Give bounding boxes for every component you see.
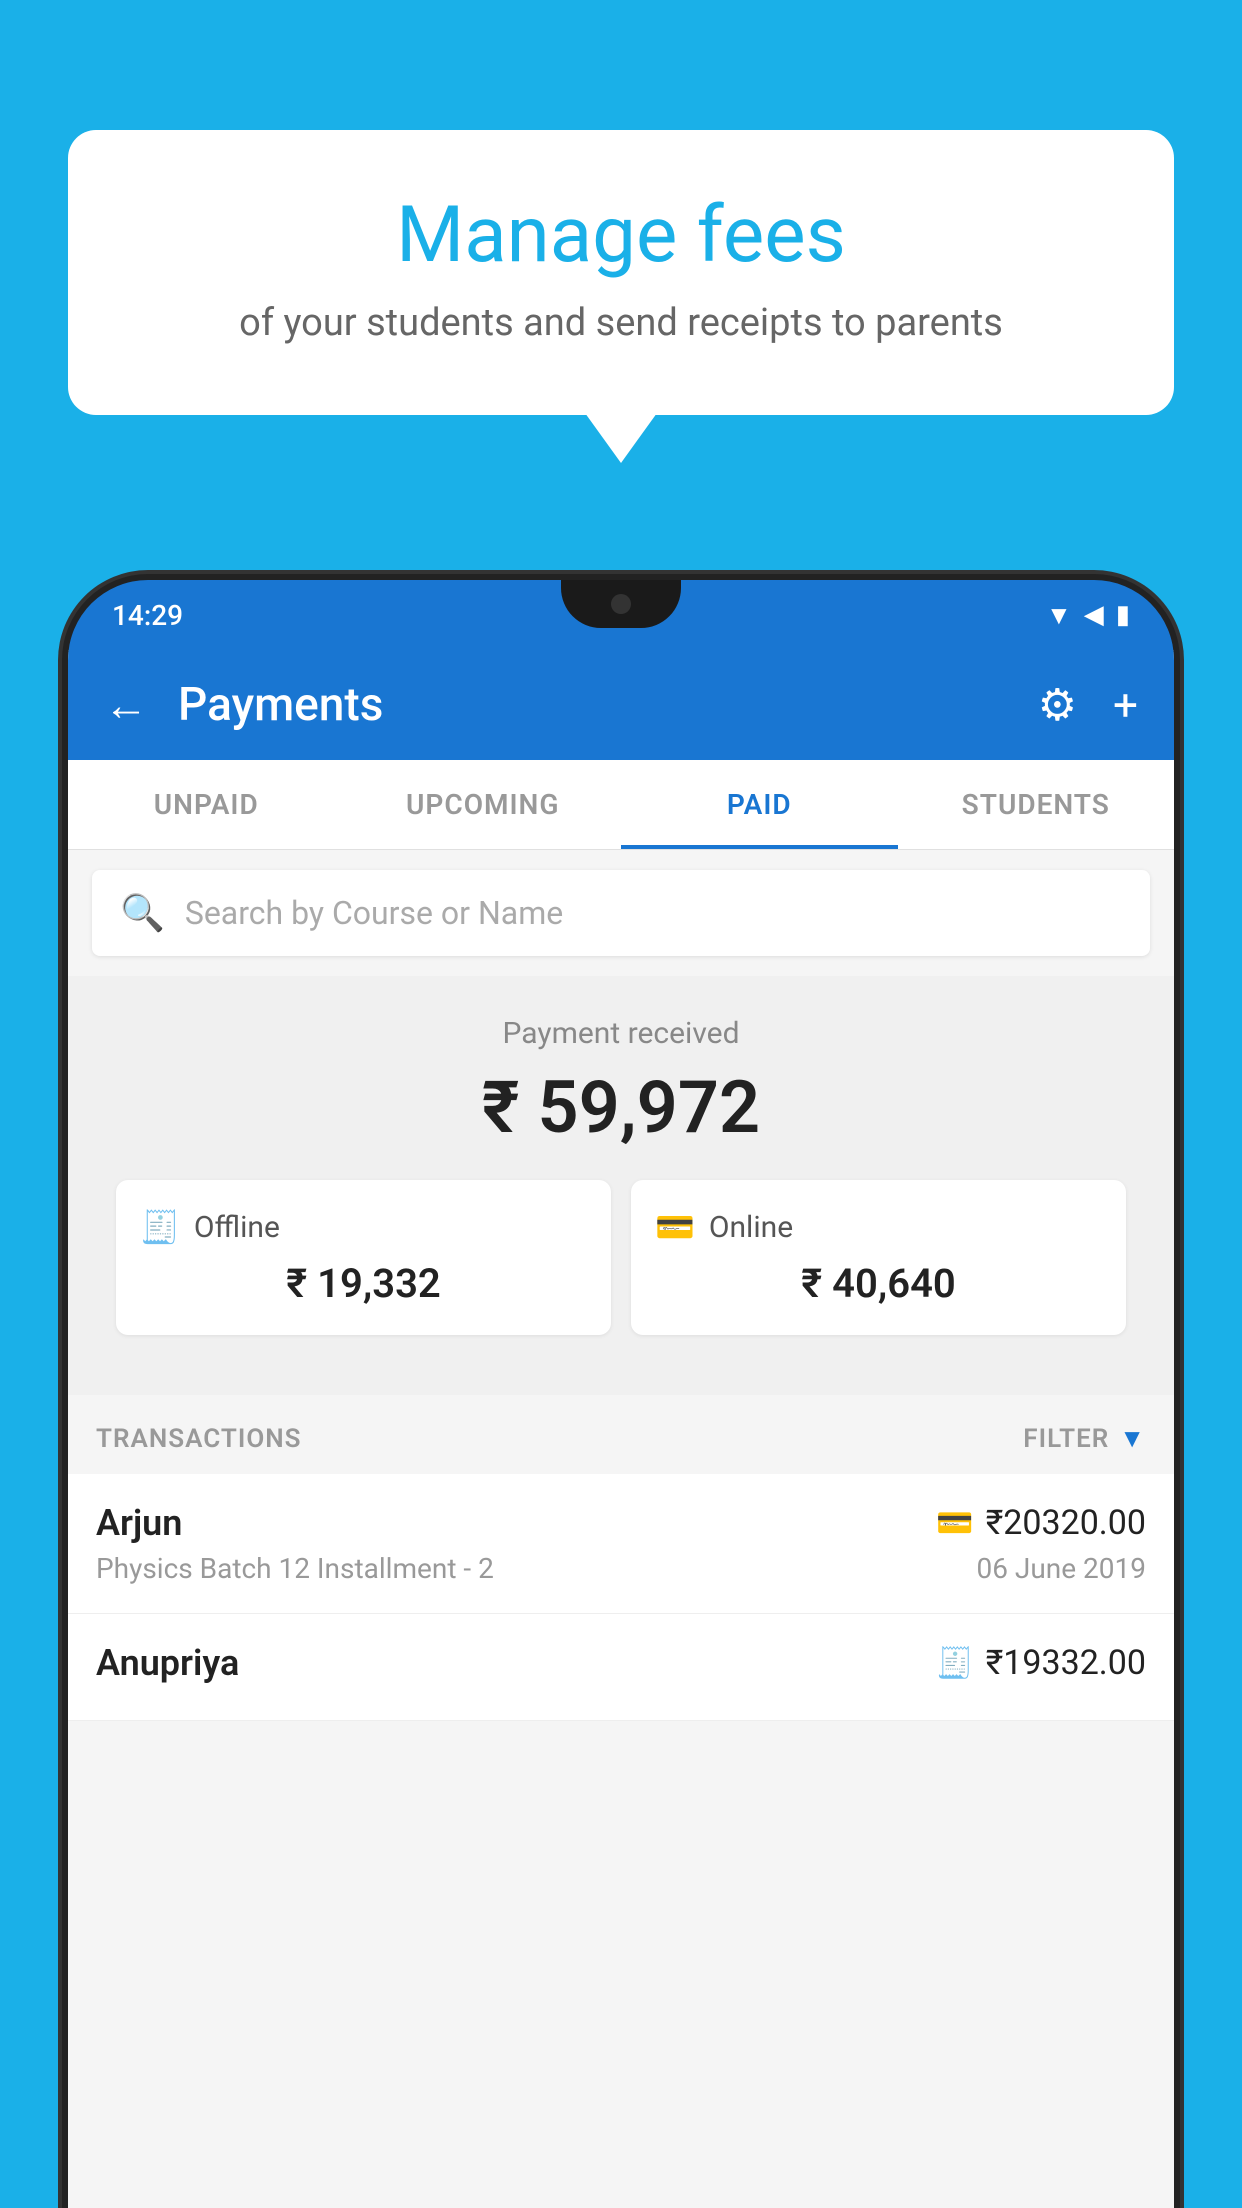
online-icon: 💳 [655,1208,695,1246]
offline-card-header: 🧾 Offline [140,1208,587,1246]
tab-students[interactable]: STUDENTS [898,760,1175,849]
online-card-header: 💳 Online [655,1208,1102,1246]
transaction-row[interactable]: Arjun 💳 ₹20320.00 Physics Batch 12 Insta… [68,1474,1174,1614]
phone-frame: 14:29 ▼ ◀ ▮ ← Payments ⚙ + UNPAID UPCOMI… [68,580,1174,2208]
search-bar[interactable]: 🔍 Search by Course or Name [92,870,1150,956]
search-input[interactable]: Search by Course or Name [185,894,563,932]
wifi-icon: ▼ [1046,600,1072,631]
status-time: 14:29 [112,599,183,632]
offline-payment-card: 🧾 Offline ₹ 19,332 [116,1180,611,1335]
transaction-amount: 💳 ₹20320.00 [936,1503,1146,1543]
course-info: Physics Batch 12 Installment - 2 [96,1552,494,1585]
transaction-top: Anupriya 🧾 ₹19332.00 [96,1642,1146,1684]
transactions-label: TRANSACTIONS [96,1424,302,1454]
speech-bubble: Manage fees of your students and send re… [68,130,1174,415]
filter-label: FILTER [1023,1424,1109,1454]
student-name: Arjun [96,1502,182,1544]
filter-button[interactable]: FILTER ▼ [1023,1423,1146,1454]
transaction-row[interactable]: Anupriya 🧾 ₹19332.00 [68,1614,1174,1721]
transactions-header: TRANSACTIONS FILTER ▼ [68,1395,1174,1474]
online-label: Online [709,1210,793,1245]
transaction-amount: 🧾 ₹19332.00 [936,1643,1146,1683]
status-icons: ▼ ◀ ▮ [1046,600,1130,631]
add-icon[interactable]: + [1113,679,1138,731]
status-bar: 14:29 ▼ ◀ ▮ [68,580,1174,650]
transaction-date: 06 June 2019 [976,1552,1146,1585]
payment-total-amount: ₹ 59,972 [92,1065,1150,1150]
back-button[interactable]: ← [104,679,148,731]
app-content: ← Payments ⚙ + UNPAID UPCOMING PAID STUD… [68,650,1174,2208]
payment-cards: 🧾 Offline ₹ 19,332 💳 Online ₹ 40,640 [92,1180,1150,1365]
offline-label: Offline [194,1210,280,1245]
app-bar-actions: ⚙ + [1038,679,1138,731]
signal-icon: ◀ [1084,600,1104,630]
payment-summary: Payment received ₹ 59,972 🧾 Offline ₹ 19… [68,976,1174,1395]
tab-upcoming[interactable]: UPCOMING [345,760,622,849]
bubble-title: Manage fees [118,190,1124,281]
online-amount: ₹ 40,640 [655,1260,1102,1307]
tab-unpaid[interactable]: UNPAID [68,760,345,849]
settings-icon[interactable]: ⚙ [1038,679,1077,731]
online-payment-card: 💳 Online ₹ 40,640 [631,1180,1126,1335]
amount-value: ₹20320.00 [986,1503,1146,1543]
payment-type-icon: 💳 [936,1506,973,1541]
offline-amount: ₹ 19,332 [140,1260,587,1307]
camera-dot [611,594,631,614]
payment-received-label: Payment received [92,1016,1150,1051]
offline-icon: 🧾 [140,1208,180,1246]
transaction-bottom: Physics Batch 12 Installment - 2 06 June… [96,1552,1146,1585]
tabs-bar: UNPAID UPCOMING PAID STUDENTS [68,760,1174,850]
search-icon: 🔍 [120,892,165,934]
app-title: Payments [178,678,1008,732]
tab-paid[interactable]: PAID [621,760,898,849]
battery-icon: ▮ [1116,600,1130,630]
bubble-subtitle: of your students and send receipts to pa… [118,301,1124,345]
transaction-top: Arjun 💳 ₹20320.00 [96,1502,1146,1544]
filter-icon: ▼ [1119,1423,1146,1454]
amount-value: ₹19332.00 [986,1643,1146,1683]
app-bar: ← Payments ⚙ + [68,650,1174,760]
student-name: Anupriya [96,1642,239,1684]
payment-type-icon: 🧾 [936,1646,973,1681]
notch [561,580,681,628]
